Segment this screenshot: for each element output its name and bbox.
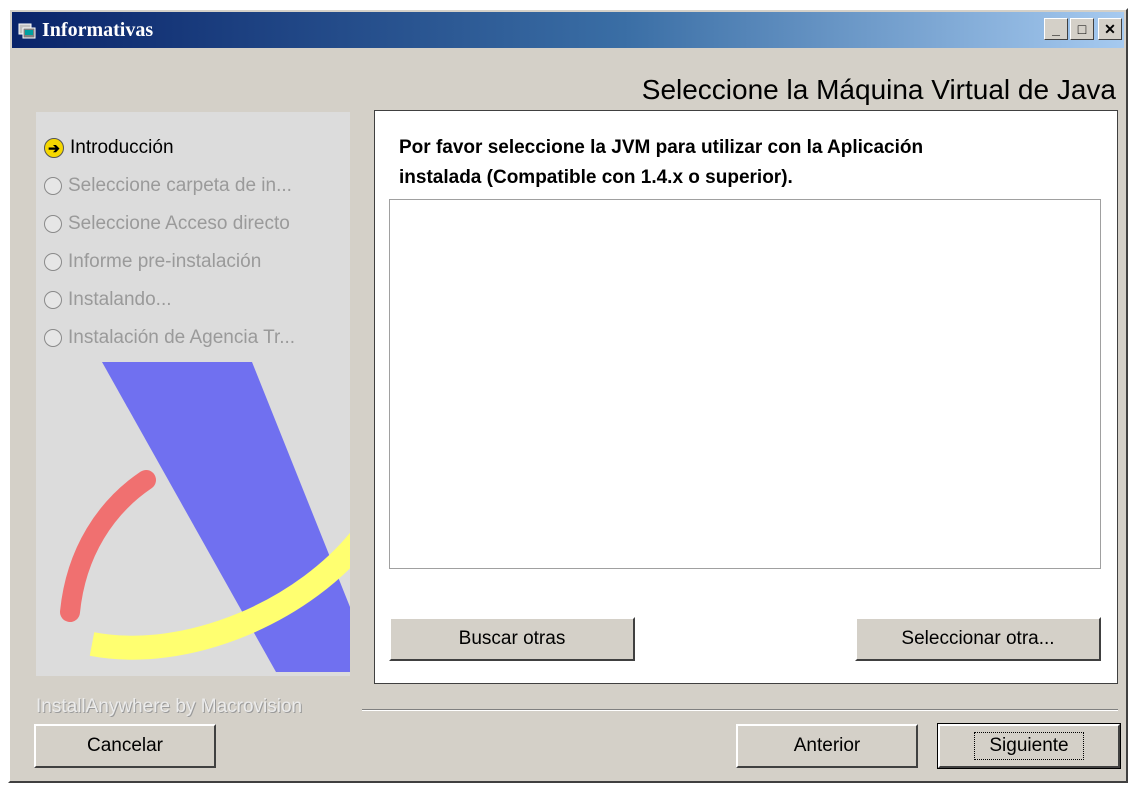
window-title: Informativas — [42, 18, 154, 41]
step-label: Instalando... — [68, 289, 172, 310]
step-instalando: Instalando... — [44, 286, 172, 314]
next-button[interactable]: Siguiente — [937, 723, 1121, 769]
maximize-icon: □ — [1077, 21, 1087, 37]
radio-icon — [44, 329, 62, 347]
installer-window: Informativas _ □ ✕ Seleccione la Máquina… — [8, 8, 1128, 783]
arrow-right-icon: ➔ — [44, 138, 64, 158]
step-label: Seleccione Acceso directo — [68, 213, 290, 234]
buscar-otras-button[interactable]: Buscar otras — [389, 617, 635, 661]
footer-divider — [362, 709, 1118, 711]
app-icon — [18, 21, 36, 39]
page-title: Seleccione la Máquina Virtual de Java — [641, 74, 1116, 105]
instruction-line-2: instalada (Compatible con 1.4.x o superi… — [399, 167, 793, 188]
radio-icon — [44, 291, 62, 309]
button-label: Cancelar — [86, 735, 164, 756]
radio-icon — [44, 215, 62, 233]
jvm-list[interactable] — [389, 199, 1101, 569]
button-label: Seleccionar otra... — [901, 628, 1055, 649]
button-label: Buscar otras — [458, 628, 566, 649]
seleccionar-otra-button[interactable]: Seleccionar otra... — [855, 617, 1101, 661]
instruction-line-1: Por favor seleccione la JVM para utiliza… — [399, 137, 924, 158]
radio-icon — [44, 253, 62, 271]
radio-icon — [44, 177, 62, 195]
step-label: Informe pre-instalación — [68, 251, 262, 272]
step-informe: Informe pre-instalación — [44, 248, 261, 276]
title-bar[interactable]: Informativas _ □ ✕ — [12, 12, 1124, 48]
instruction-text: Por favor seleccione la JVM para utiliza… — [399, 133, 923, 193]
step-label: Introducción — [70, 137, 174, 158]
step-instalacion-agencia: Instalación de Agencia Tr... — [44, 324, 295, 352]
installanywhere-brand: InstallAnywhere by Macrovision — [36, 696, 303, 717]
step-acceso-directo: Seleccione Acceso directo — [44, 210, 290, 238]
step-label: Instalación de Agencia Tr... — [68, 327, 296, 348]
content-panel: Por favor seleccione la JVM para utiliza… — [374, 110, 1118, 684]
step-label: Seleccione carpeta de in... — [68, 175, 292, 196]
steps-panel: ➔ Introducción Seleccione carpeta de in.… — [36, 112, 350, 676]
previous-button[interactable]: Anterior — [736, 724, 918, 768]
close-button[interactable]: ✕ — [1098, 18, 1122, 40]
button-label: Anterior — [793, 735, 861, 756]
button-label: Siguiente — [974, 732, 1084, 760]
cancel-button[interactable]: Cancelar — [34, 724, 216, 768]
step-seleccione-carpeta: Seleccione carpeta de in... — [44, 172, 292, 200]
minimize-icon: _ — [1052, 21, 1060, 37]
maximize-button[interactable]: □ — [1070, 18, 1094, 40]
step-introduccion: ➔ Introducción — [44, 134, 174, 162]
minimize-button[interactable]: _ — [1044, 18, 1068, 40]
close-icon: ✕ — [1104, 20, 1116, 37]
